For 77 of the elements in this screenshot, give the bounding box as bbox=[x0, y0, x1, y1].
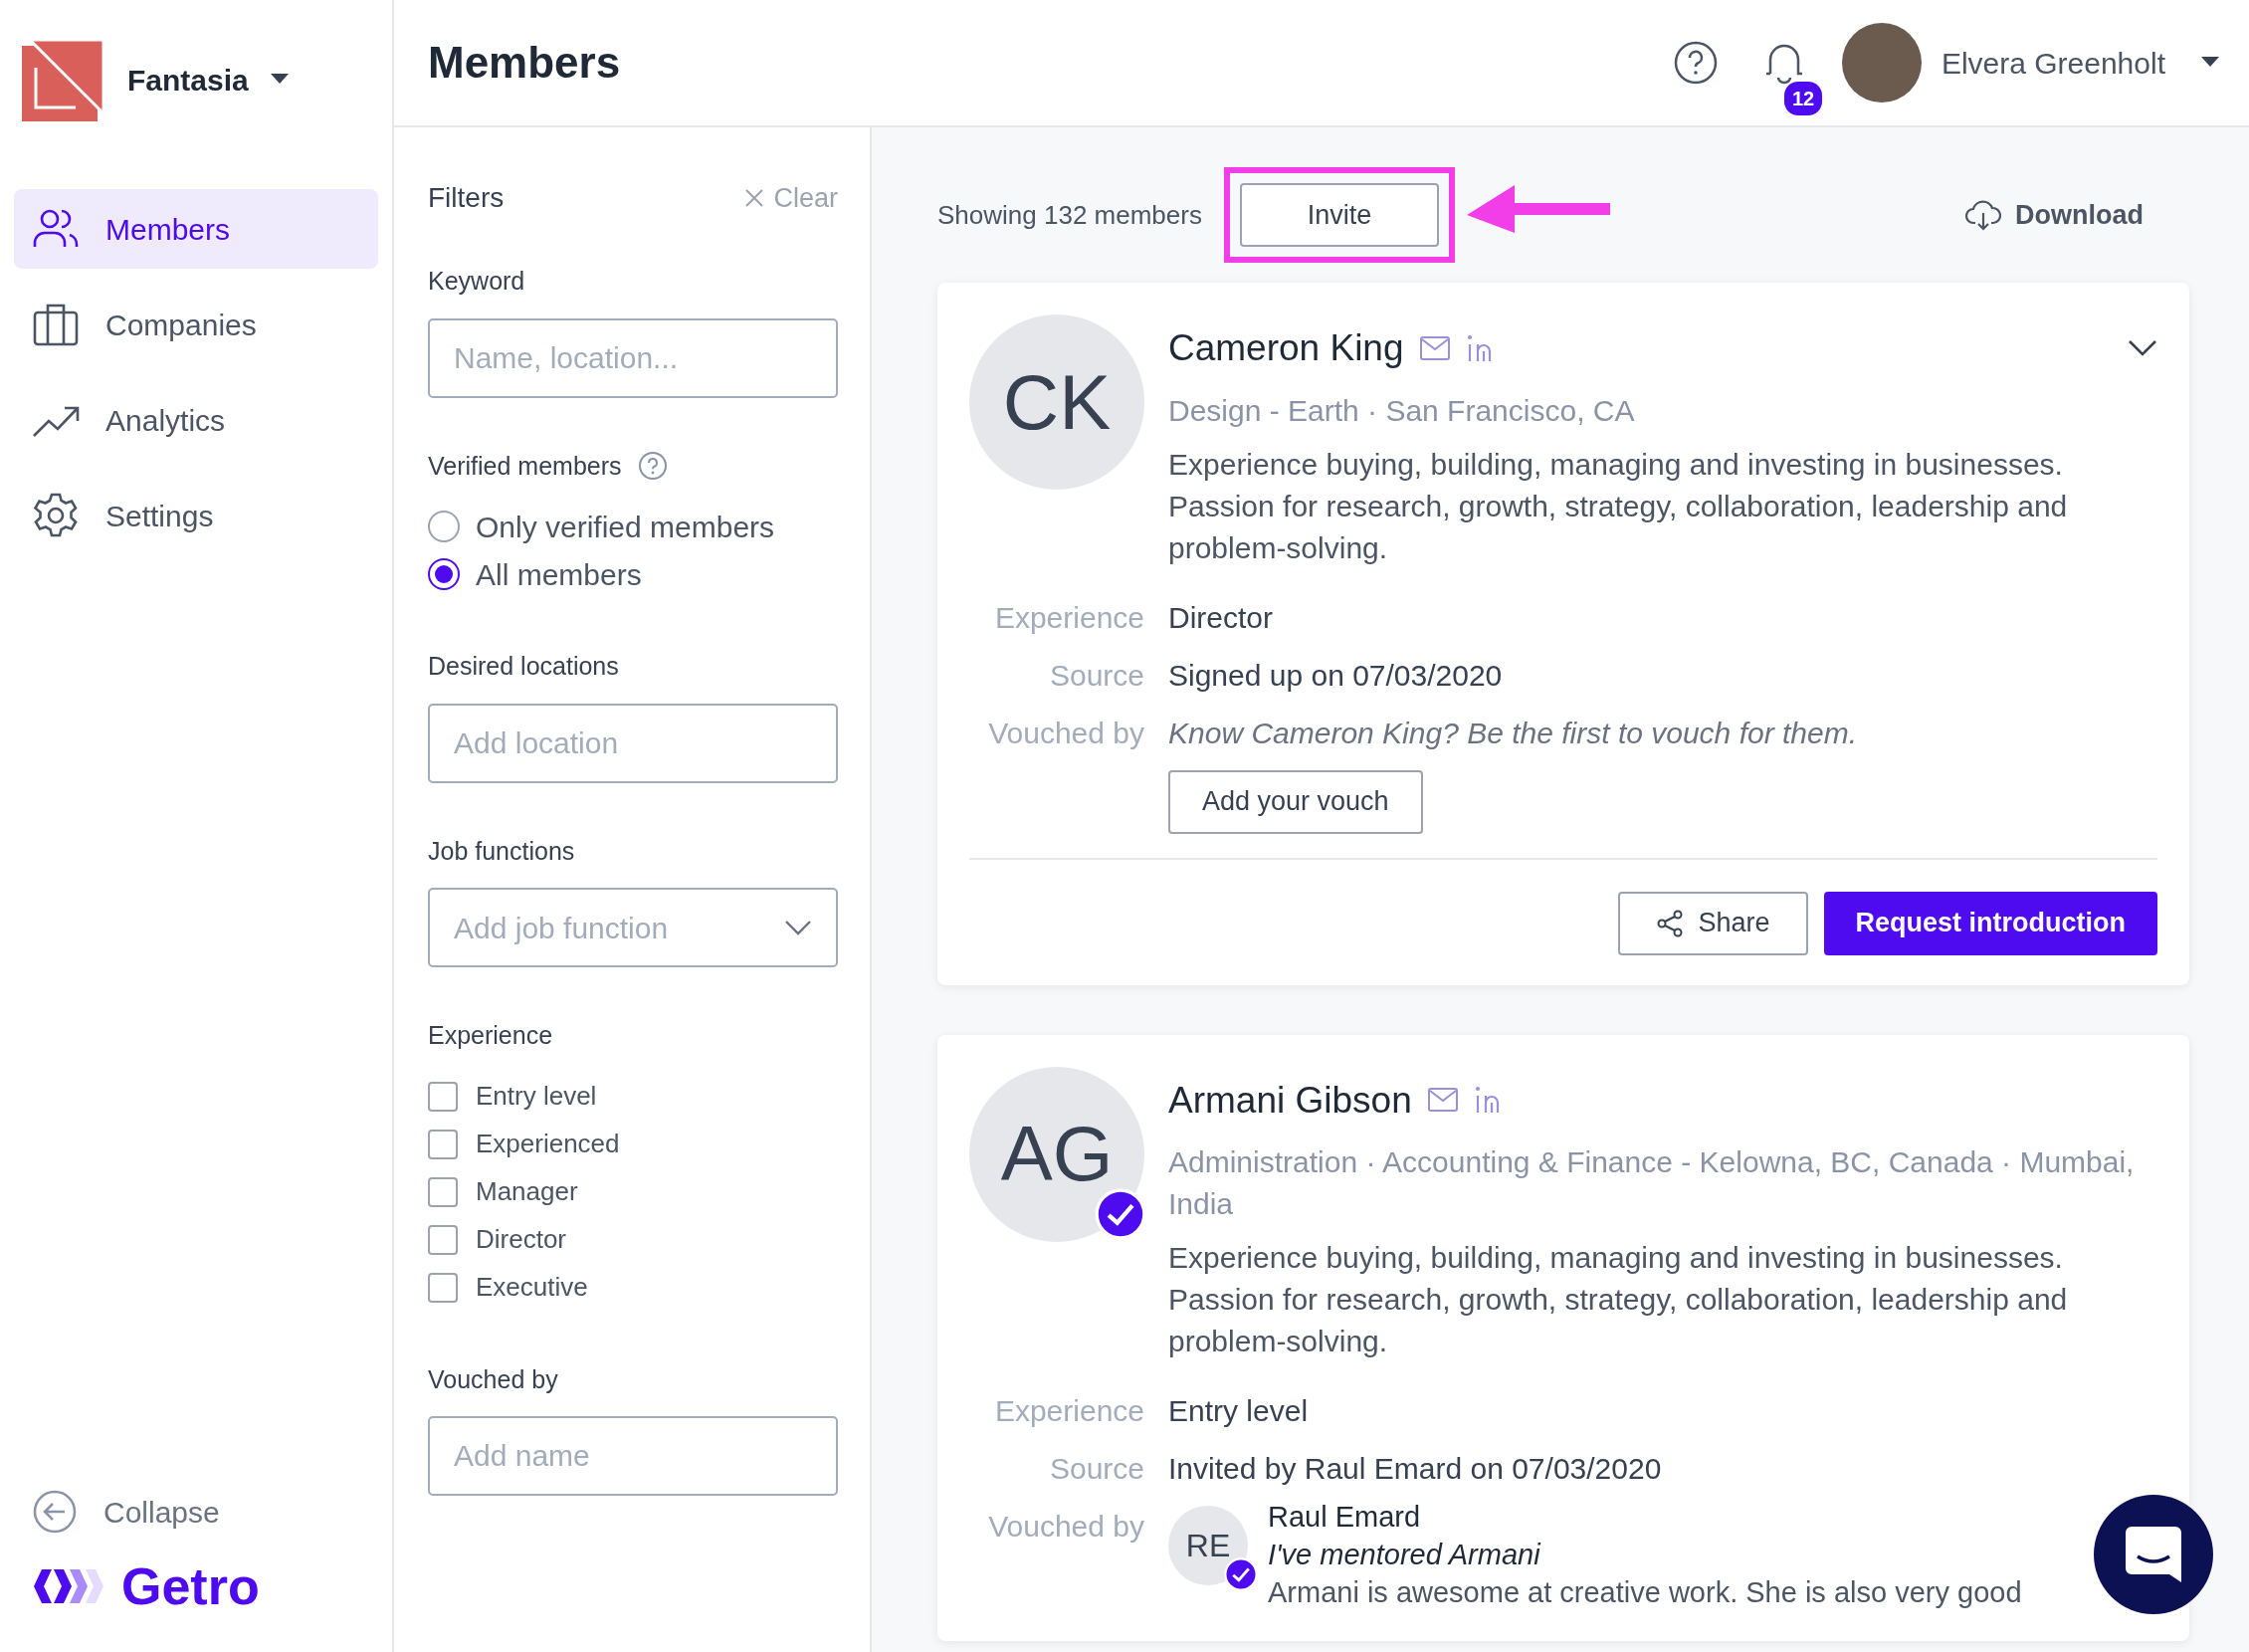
detail-value: Entry level bbox=[1168, 1393, 1309, 1429]
caret-icon[interactable] bbox=[2201, 57, 2219, 69]
member-count: Showing 132 members bbox=[937, 198, 1202, 232]
download-button[interactable]: Download bbox=[1959, 193, 2149, 237]
checkbox[interactable] bbox=[428, 1176, 458, 1207]
detail-label: Experience bbox=[993, 599, 1144, 636]
collapse-link[interactable]: Collapse bbox=[103, 1489, 220, 1535]
checkbox-label[interactable]: Entry level bbox=[476, 1077, 597, 1116]
nav-item[interactable]: Companies bbox=[14, 285, 378, 364]
member-name[interactable]: Armani Gibson bbox=[1168, 1072, 1412, 1128]
caret-icon[interactable] bbox=[270, 74, 289, 86]
member-location: Administration · Accounting & Finance - Kelowna, BC, Canada · Mumbai, India bbox=[1168, 1144, 2136, 1222]
text-field[interactable]: Add name bbox=[428, 1416, 838, 1496]
detail-value: Invited by Raul Emard on 07/03/2020 bbox=[1168, 1451, 1662, 1487]
share-icon bbox=[1656, 909, 1685, 937]
checkbox[interactable] bbox=[428, 1224, 458, 1255]
member-bio: Experience buying, building, managing and investing in businesses. Passion for research, growth, strategy, collaboration, leadership and problem-solving. bbox=[1168, 446, 2069, 566]
filters-title: Filters bbox=[428, 181, 505, 215]
gear-icon bbox=[32, 492, 80, 539]
checkbox-label[interactable]: Executive bbox=[476, 1268, 588, 1307]
arrow-left-circle-icon[interactable] bbox=[32, 1489, 78, 1535]
share-button[interactable]: Share bbox=[1618, 891, 1808, 955]
detail-value: Signed up on 07/03/2020 bbox=[1168, 657, 1503, 694]
voucher-name: Raul Emard bbox=[1268, 1500, 1422, 1535]
member-location: Design - Earth · San Francisco, CA bbox=[1168, 392, 1636, 429]
nav-item[interactable]: Members bbox=[14, 189, 378, 269]
chevron-down-icon bbox=[784, 920, 812, 935]
filter-label: Verified members bbox=[428, 450, 622, 482]
radio-label[interactable]: Only verified members bbox=[476, 504, 775, 549]
avatar-initials: AG bbox=[1000, 1109, 1114, 1199]
detail-label: Vouched by bbox=[987, 715, 1144, 751]
vouch-prompt: Know Cameron King? Be the first to vouch for them. bbox=[1168, 715, 1857, 751]
text-field[interactable]: Add location bbox=[428, 703, 838, 783]
member-name[interactable]: Cameron King bbox=[1168, 320, 1404, 376]
logo-icon bbox=[22, 38, 105, 121]
add-vouch-button[interactable]: Add your vouch bbox=[1168, 769, 1423, 834]
notification-count: 12 bbox=[1783, 82, 1823, 115]
organization-name[interactable]: Fantasia bbox=[127, 57, 249, 103]
chat-icon bbox=[2126, 1527, 2181, 1582]
filter-label: Desired locations bbox=[428, 651, 619, 682]
filter-label: Job functions bbox=[428, 835, 575, 867]
avatar-initials: RE bbox=[1185, 1527, 1231, 1565]
detail-value: Director bbox=[1168, 599, 1273, 636]
nav-item[interactable]: Analytics bbox=[14, 380, 378, 460]
chevron-down-icon[interactable] bbox=[2128, 338, 2157, 357]
nav-item[interactable]: Settings bbox=[14, 476, 378, 555]
vouch-title: I've mentored Armani bbox=[1268, 1538, 1542, 1572]
radio-button[interactable] bbox=[428, 558, 460, 590]
avatar-initials: CK bbox=[1002, 356, 1112, 448]
envelope-icon[interactable] bbox=[1427, 1088, 1458, 1113]
radio-button[interactable] bbox=[428, 511, 460, 542]
user-name[interactable]: Elvera Greenholt bbox=[1941, 40, 2165, 86]
request-introduction-button[interactable]: Request introduction bbox=[1823, 891, 2157, 955]
checkbox-label[interactable]: Experienced bbox=[476, 1125, 620, 1163]
detail-label: Source bbox=[1048, 657, 1144, 694]
page-title: Members bbox=[428, 36, 621, 89]
detail-label: Vouched by bbox=[987, 1509, 1144, 1545]
member-bio: Experience buying, building, managing and investing in businesses. Passion for research, growth, strategy, collaboration, leadership and problem-solving. bbox=[1168, 1240, 2069, 1359]
checkbox[interactable] bbox=[428, 1081, 458, 1112]
text-field[interactable]: Name, location... bbox=[428, 317, 838, 398]
radio-label[interactable]: All members bbox=[476, 551, 642, 597]
invite-button[interactable]: Invite bbox=[1239, 183, 1439, 247]
detail-label: Experience bbox=[993, 1393, 1144, 1429]
checkbox[interactable] bbox=[428, 1129, 458, 1159]
filter-label: Experience bbox=[428, 1020, 553, 1051]
checkbox-label[interactable]: Manager bbox=[476, 1172, 578, 1211]
filter-label: Keyword bbox=[428, 266, 525, 297]
help-icon[interactable] bbox=[1672, 40, 1719, 86]
filter-label: Vouched by bbox=[428, 1363, 558, 1395]
brand-name: Getro bbox=[121, 1560, 260, 1612]
checkbox-label[interactable]: Director bbox=[476, 1220, 566, 1259]
detail-label: Source bbox=[1048, 1451, 1144, 1487]
cloud-download-icon bbox=[1965, 199, 2001, 231]
envelope-icon[interactable] bbox=[1419, 335, 1450, 360]
vouch-text: Armani is awesome at creative work. She is also very good bbox=[1268, 1575, 2022, 1610]
checkbox[interactable] bbox=[428, 1272, 458, 1303]
close-icon bbox=[745, 189, 764, 207]
